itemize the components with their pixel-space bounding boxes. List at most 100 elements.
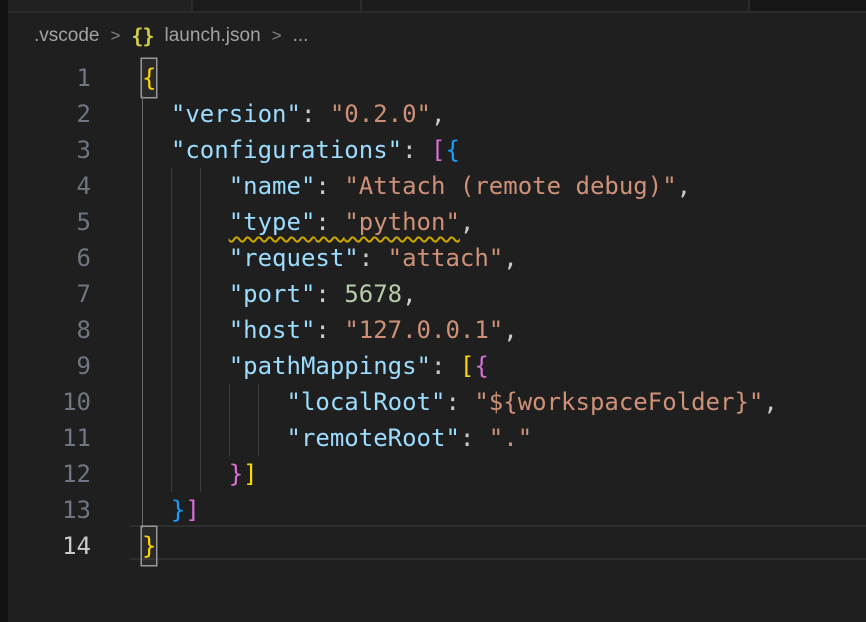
indent-guide	[171, 456, 172, 492]
code-token: ]	[243, 460, 257, 488]
indent-guide	[171, 240, 172, 276]
line-number[interactable]: 7	[8, 276, 91, 312]
indent-guide	[200, 204, 201, 240]
code-token: }	[229, 460, 243, 488]
active-indent-guide	[142, 456, 143, 492]
line-number[interactable]: 12	[8, 456, 91, 492]
code-line-10[interactable]: "localRoot": "${workspaceFolder}",	[142, 384, 866, 420]
active-indent-guide	[142, 276, 143, 312]
indent-guide	[229, 384, 230, 420]
line-number[interactable]: 4	[8, 168, 91, 204]
code-line-12[interactable]: }]	[142, 456, 866, 492]
indent-guide	[200, 240, 201, 276]
line-number[interactable]: 1	[8, 60, 91, 96]
code-token: :	[315, 316, 344, 344]
line-number[interactable]: 8	[8, 312, 91, 348]
indent-guide	[171, 384, 172, 420]
tab-2[interactable]	[193, 0, 362, 11]
code-line-2[interactable]: "version": "0.2.0",	[142, 96, 866, 132]
active-indent-guide	[142, 168, 143, 204]
breadcrumb-item-file[interactable]: launch.json	[165, 25, 261, 47]
active-indent-guide	[142, 240, 143, 276]
line-number[interactable]: 11	[8, 420, 91, 456]
indent-guide	[171, 276, 172, 312]
indent-guide	[200, 348, 201, 384]
indent-guide	[171, 420, 172, 456]
code-token: "Attach (remote debug)"	[344, 172, 676, 200]
line-number[interactable]: 10	[8, 384, 91, 420]
code-token: ,	[402, 280, 416, 308]
code-token: :	[445, 388, 474, 416]
line-number[interactable]: 14	[8, 528, 91, 564]
code-line-13[interactable]: }]	[142, 492, 866, 528]
code-line-6[interactable]: "request": "attach",	[142, 240, 866, 276]
tab-3[interactable]	[362, 0, 750, 11]
vscode-editor-window: .vscode>{}launch.json>... 12345678910111…	[0, 0, 866, 622]
tab-bar	[8, 0, 866, 13]
code-token: "type"	[229, 208, 316, 236]
line-number[interactable]: 5	[8, 204, 91, 240]
code-token: :	[460, 424, 489, 452]
code-token: "."	[489, 424, 532, 452]
code-line-3[interactable]: "configurations": [{	[142, 132, 866, 168]
code-token: "request"	[229, 244, 359, 272]
code-token: "localRoot"	[287, 388, 446, 416]
indent-guide	[200, 312, 201, 348]
code-token: :	[359, 244, 388, 272]
indent-guide	[258, 420, 259, 456]
indent-guide	[171, 204, 172, 240]
code-token: :	[301, 100, 330, 128]
line-number-gutter: 1234567891011121314	[8, 60, 91, 564]
chevron-right-icon: >	[272, 26, 282, 46]
tab-1[interactable]	[8, 0, 193, 11]
code-token: :	[315, 208, 344, 236]
code-token: :	[402, 136, 431, 164]
code-area[interactable]: { "version": "0.2.0", "configurations": …	[142, 60, 866, 564]
code-line-5[interactable]: "type": "python",	[142, 204, 866, 240]
breadcrumb-item-folder[interactable]: .vscode	[34, 25, 99, 47]
line-number[interactable]: 6	[8, 240, 91, 276]
line-number[interactable]: 3	[8, 132, 91, 168]
code-token: "attach"	[388, 244, 504, 272]
code-token: "configurations"	[171, 136, 402, 164]
code-token: :	[315, 280, 344, 308]
code-line-1[interactable]: {	[142, 60, 866, 96]
active-indent-guide	[142, 384, 143, 420]
active-indent-guide	[142, 312, 143, 348]
code-token: ,	[503, 316, 517, 344]
line-number[interactable]: 9	[8, 348, 91, 384]
code-line-7[interactable]: "port": 5678,	[142, 276, 866, 312]
active-indent-guide	[142, 420, 143, 456]
indent-guide	[200, 456, 201, 492]
code-token: :	[315, 172, 344, 200]
breadcrumb-item-symbol[interactable]: ...	[293, 25, 309, 47]
code-line-4[interactable]: "name": "Attach (remote debug)",	[142, 168, 866, 204]
code-token: "python"	[344, 208, 460, 236]
bracket-match-highlight: {	[142, 59, 156, 97]
code-token: "port"	[229, 280, 316, 308]
code-token: }	[171, 496, 185, 524]
code-token: "0.2.0"	[330, 100, 431, 128]
indent-guide	[200, 384, 201, 420]
code-token: ,	[431, 100, 445, 128]
line-number[interactable]: 13	[8, 492, 91, 528]
code-token: "host"	[229, 316, 316, 344]
code-line-8[interactable]: "host": "127.0.0.1",	[142, 312, 866, 348]
indent-guide	[171, 312, 172, 348]
code-token: "name"	[229, 172, 316, 200]
active-indent-guide	[142, 132, 143, 168]
code-line-11[interactable]: "remoteRoot": "."	[142, 420, 866, 456]
code-token: ,	[763, 388, 777, 416]
indent-guide	[200, 420, 201, 456]
code-token: "remoteRoot"	[287, 424, 460, 452]
code-token: {	[474, 352, 488, 380]
indent-guide	[171, 348, 172, 384]
editor-pane[interactable]: 1234567891011121314 { "version": "0.2.0"…	[8, 56, 866, 622]
code-line-9[interactable]: "pathMappings": [{	[142, 348, 866, 384]
code-token: "version"	[171, 100, 301, 128]
active-indent-guide	[142, 492, 143, 528]
code-token: [	[431, 136, 445, 164]
code-line-14[interactable]: }	[142, 528, 866, 564]
code-token: 5678	[344, 280, 402, 308]
line-number[interactable]: 2	[8, 96, 91, 132]
